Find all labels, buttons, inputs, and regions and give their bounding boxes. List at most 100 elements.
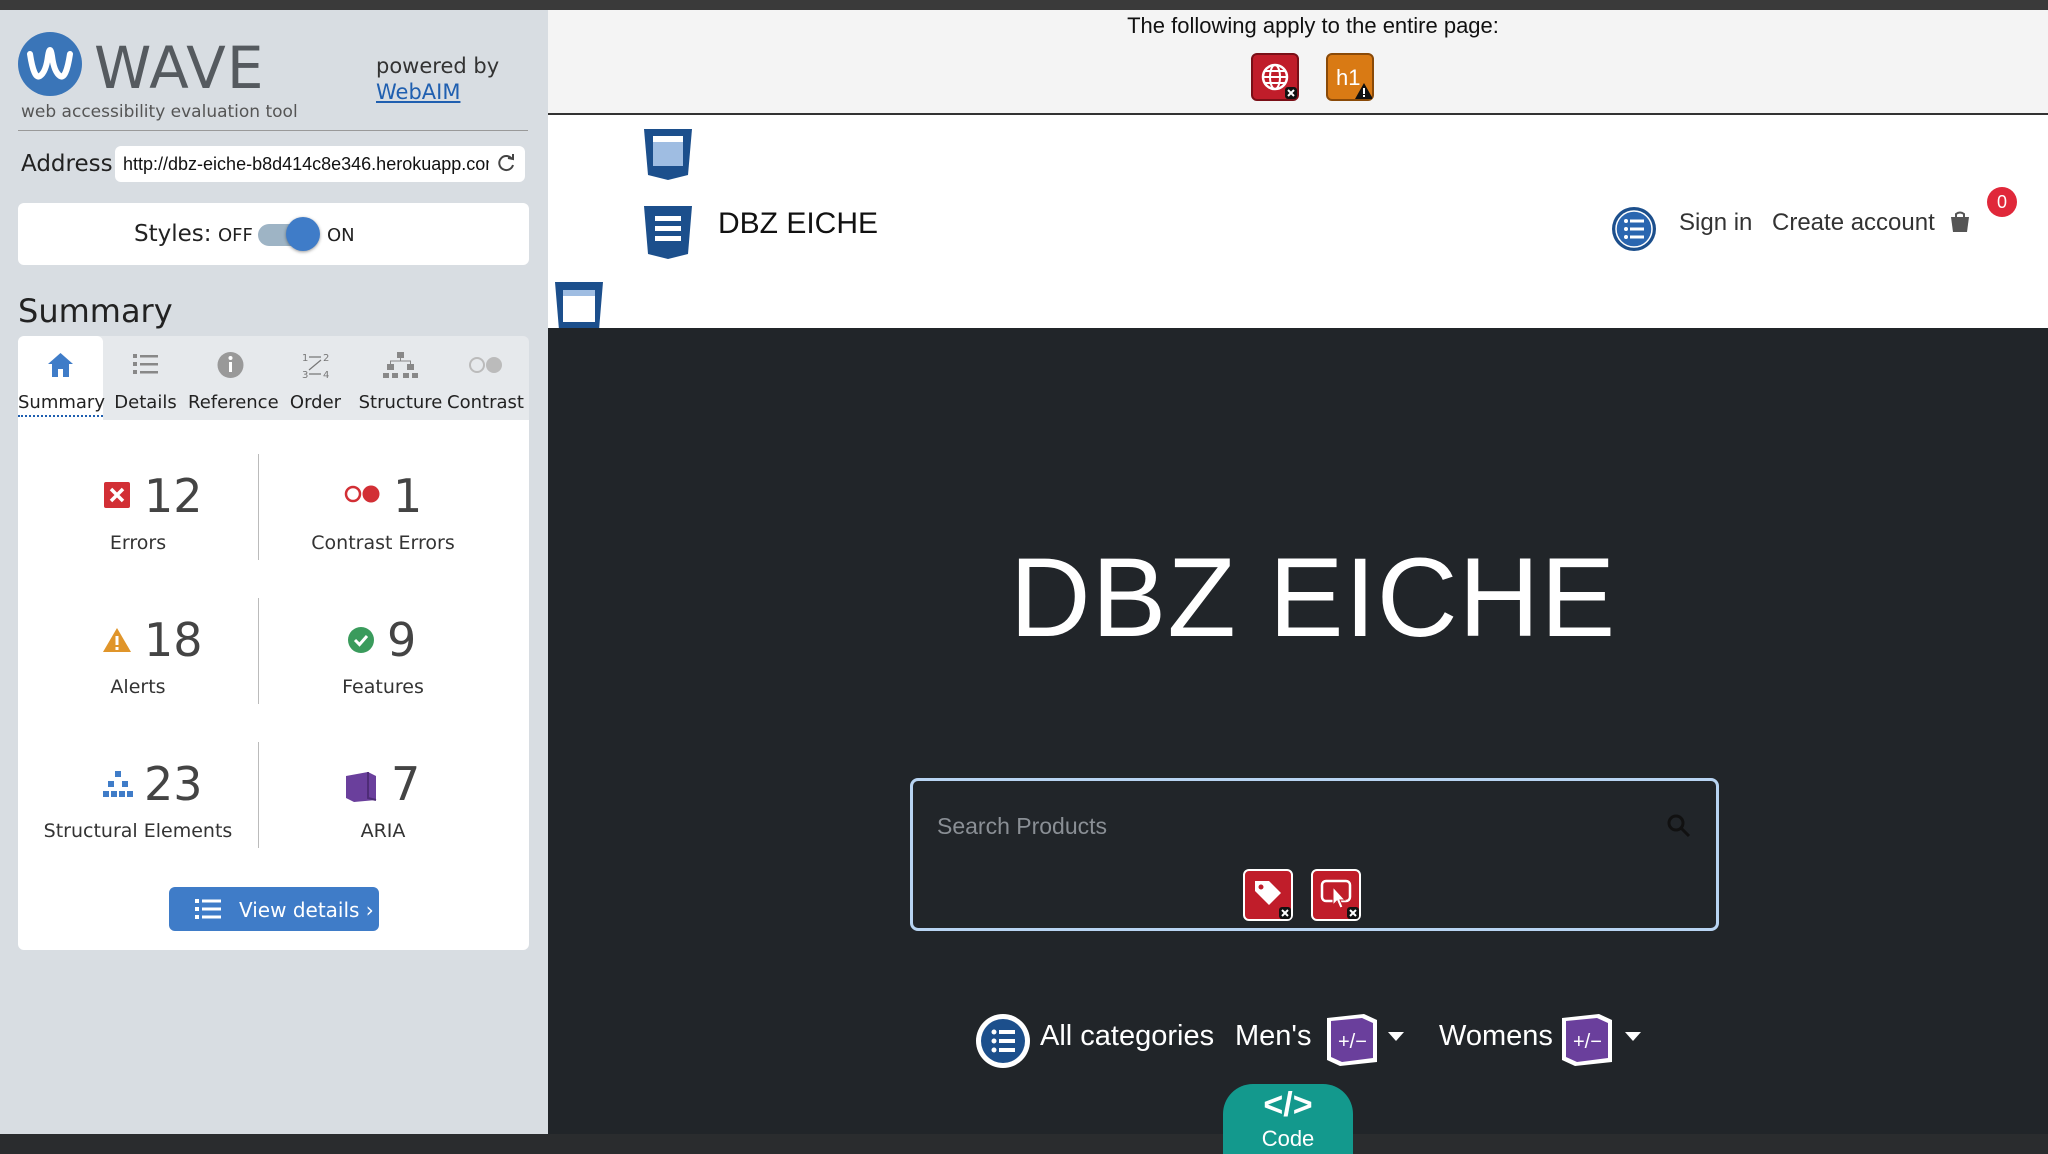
reload-icon[interactable]: [495, 152, 517, 174]
divider: [18, 130, 528, 131]
list-structure-icon: [976, 1014, 1030, 1068]
wave-logo-icon: [18, 32, 82, 96]
all-categories-link[interactable]: All categories: [1040, 1020, 1214, 1053]
aria-stat[interactable]: 7 ARIA: [263, 758, 503, 848]
divider: [258, 598, 259, 704]
search-input[interactable]: [935, 805, 1639, 847]
address-input[interactable]: [123, 146, 489, 182]
errors-count: 12: [144, 469, 203, 523]
list-icon: [195, 899, 221, 919]
webaim-link[interactable]: WebAIM: [376, 80, 460, 104]
list-structure-icon: [1612, 207, 1656, 251]
styles-toggle-knob[interactable]: [286, 217, 320, 251]
tab-details[interactable]: Details: [103, 336, 188, 420]
missing-label-error-icon[interactable]: [1243, 869, 1293, 921]
site-header: DBZ EICHE Sign in Create account 0: [548, 115, 2048, 338]
features-stat[interactable]: 9 Features: [263, 614, 503, 704]
error-icon: [104, 482, 130, 508]
svg-text:h1: h1: [1336, 65, 1360, 90]
chevron-down-icon[interactable]: [1388, 1032, 1404, 1041]
wave-subtitle: web accessibility evaluation tool: [21, 102, 298, 122]
evaluated-page: The following apply to the entire page: …: [548, 10, 2048, 1154]
info-icon: [217, 352, 244, 378]
structure-icon: [103, 771, 133, 797]
tab-label: Contrast: [447, 392, 524, 413]
feature-icon: [348, 627, 374, 653]
structural-count: 23: [144, 757, 203, 811]
address-field: [115, 146, 525, 182]
alerts-stat[interactable]: 18 Alerts: [18, 614, 258, 704]
heading-alert-icon[interactable]: h1: [1326, 53, 1374, 101]
errors-stat[interactable]: 12 Errors: [18, 470, 258, 560]
wave-logo-text: WAVE: [94, 34, 265, 102]
tab-reference[interactable]: Reference: [188, 336, 279, 420]
styles-off-label: OFF: [218, 225, 253, 246]
features-label: Features: [342, 676, 424, 698]
styles-label: Styles:: [134, 221, 212, 247]
view-details-label: View details ›: [239, 898, 374, 922]
language-error-icon[interactable]: [1251, 53, 1299, 101]
aria-expanded-icon: +/−: [1562, 1014, 1612, 1066]
site-brand[interactable]: DBZ EICHE: [718, 207, 878, 241]
summary-heading: Summary: [18, 292, 173, 330]
wave-sidebar: WAVE web accessibility evaluation tool p…: [0, 10, 548, 1134]
wave-tabs: Summary Details Reference 1 2 3 4 Order Str…: [18, 336, 529, 420]
aria-expanded-icon: +/−: [1327, 1014, 1377, 1066]
structural-stat[interactable]: 23 Structural Elements: [18, 758, 258, 848]
svg-text:2: 2: [323, 353, 329, 364]
summary-panel: 12 Errors 1 Contrast Errors 18 Alerts 9 …: [18, 420, 529, 950]
search-icon[interactable]: [1666, 813, 1692, 839]
tab-contrast[interactable]: Contrast: [443, 336, 528, 420]
order-icon: 1 2 3 4: [302, 353, 329, 380]
empty-button-error-icon[interactable]: [1311, 869, 1361, 921]
svg-text:1: 1: [302, 353, 308, 364]
list-icon: [133, 354, 158, 374]
divider: [258, 454, 259, 560]
contrast-error-icon: [344, 485, 380, 503]
alert-icon: [103, 628, 131, 652]
aria-icon: [346, 772, 377, 802]
alerts-count: 18: [144, 613, 203, 667]
hero-title: DBZ EICHE: [1009, 535, 1617, 660]
contrast-errors-label: Contrast Errors: [311, 532, 455, 554]
divider: [258, 742, 259, 848]
aria-count: 7: [391, 757, 421, 811]
cart-count-badge: 0: [1987, 187, 2017, 217]
tab-structure[interactable]: Structure: [358, 336, 443, 420]
home-icon: [48, 353, 73, 377]
powered-by-label: powered by: [376, 54, 500, 78]
structural-label: Structural Elements: [43, 820, 233, 842]
view-details-button[interactable]: View details ›: [169, 887, 379, 931]
navigation-region-icon: [644, 206, 692, 259]
mens-menu[interactable]: Men's: [1235, 1020, 1311, 1053]
header-region-icon: [644, 129, 692, 180]
tab-order[interactable]: 1 2 3 4 Order: [273, 336, 358, 420]
structure-icon: [383, 352, 418, 378]
svg-text:+/−: +/−: [1573, 1031, 1602, 1053]
tab-label: Reference: [188, 392, 279, 413]
tab-label: Structure: [358, 392, 443, 413]
womens-menu[interactable]: Womens: [1439, 1020, 1553, 1053]
create-account-link[interactable]: Create account: [1772, 209, 1935, 237]
code-panel-toggle[interactable]: </> Code: [1223, 1084, 1353, 1154]
features-count: 9: [387, 613, 417, 667]
code-label: Code: [1261, 1126, 1315, 1151]
contrast-icon: [469, 357, 502, 373]
tab-summary[interactable]: Summary: [18, 336, 105, 420]
styles-toggle-card: Styles: OFF ON: [18, 203, 529, 265]
code-icon: </>: [1263, 1086, 1313, 1124]
tab-label: Details: [114, 392, 177, 413]
contrast-errors-count: 1: [393, 469, 423, 523]
page-level-icons-bar: The following apply to the entire page: …: [548, 10, 2048, 115]
cart-icon[interactable]: [1948, 211, 1972, 233]
sign-in-link[interactable]: Sign in: [1679, 209, 1752, 237]
tab-label: Order: [289, 392, 342, 413]
address-label: Address:: [21, 151, 121, 177]
alerts-label: Alerts: [110, 676, 166, 698]
tab-label: Summary: [18, 392, 105, 417]
contrast-errors-stat[interactable]: 1 Contrast Errors: [263, 470, 503, 560]
styles-on-label: ON: [327, 225, 355, 246]
page-level-caption: The following apply to the entire page:: [1127, 13, 1499, 38]
svg-text:4: 4: [323, 370, 329, 380]
chevron-down-icon[interactable]: [1625, 1032, 1641, 1041]
